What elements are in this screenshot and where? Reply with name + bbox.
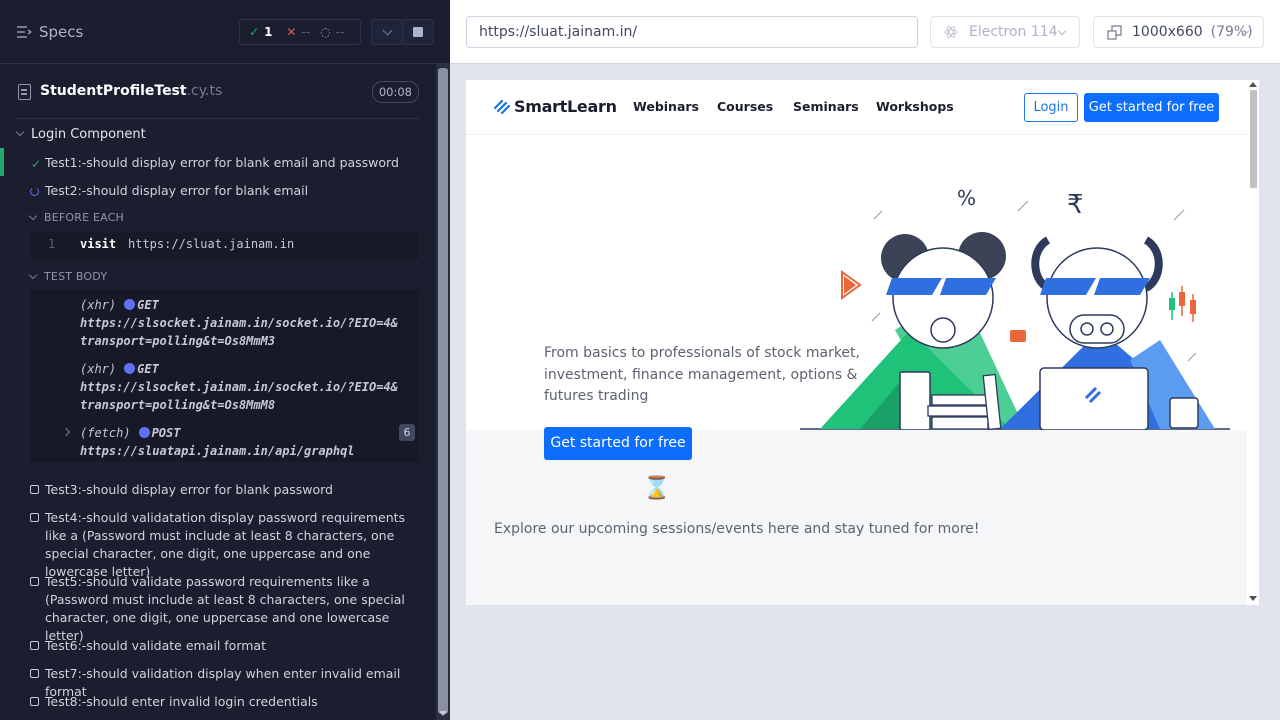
chevron-down-icon <box>28 270 38 280</box>
pending-test-icon <box>30 513 39 522</box>
hook-before-each[interactable]: BEFORE EACH <box>28 211 124 224</box>
running-spinner-icon <box>30 187 39 196</box>
x-icon: ✕ <box>286 25 297 39</box>
hook-test-body[interactable]: TEST BODY <box>28 270 107 283</box>
check-icon: ✓ <box>31 157 42 171</box>
command-row[interactable]: 1 visit https://sluat.jainam.in <box>30 231 419 259</box>
check-icon: ✓ <box>249 25 260 39</box>
chevron-down-icon <box>1057 26 1067 36</box>
smartlearn-logo-icon <box>494 99 510 115</box>
stat-pending: ◌ -- <box>310 25 344 39</box>
test-row-3[interactable]: Test3:-should display error for blank pa… <box>30 481 420 499</box>
pending-test-icon <box>30 641 39 650</box>
failed-count: -- <box>301 25 311 39</box>
expand-collapse-button[interactable] <box>371 19 403 45</box>
app-preview-panel: https://sluat.jainam.in/ Electron 114 10… <box>450 0 1280 720</box>
runner-scrollbar[interactable] <box>436 64 450 720</box>
command-arg: https://sluat.jainam.in <box>128 237 295 251</box>
nav-seminars[interactable]: Seminars <box>793 99 859 114</box>
request-row-1[interactable]: (xhr) GET https://slsocket.jainam.in/sock… <box>80 296 400 350</box>
brand-name[interactable]: SmartLearn <box>514 97 617 116</box>
runner-panel: Specs ✓ 1 ✕ -- ◌ -- StudentProfileTest.c… <box>0 0 450 720</box>
hourglass-icon: ⌛ <box>643 476 671 501</box>
viewport-size: 1000x660 <box>1132 24 1203 40</box>
test-title: Test5:-should validate password requirem… <box>45 574 405 643</box>
get-started-button[interactable]: Get started for free <box>1084 93 1219 122</box>
request-dot-icon <box>124 299 136 310</box>
browser-selector[interactable]: Electron 114 <box>930 16 1080 48</box>
spec-duration: 00:08 <box>371 81 419 103</box>
test-title: Test2:-should display error for blank em… <box>45 183 309 198</box>
scrollbar-thumb[interactable] <box>438 68 448 714</box>
runner-header: Specs ✓ 1 ✕ -- ◌ -- <box>0 0 450 64</box>
app-under-test: SmartLearn Webinars Courses Seminars Wor… <box>466 80 1259 605</box>
pending-test-icon <box>30 669 39 678</box>
active-test-indicator <box>0 148 4 176</box>
viewport-icon <box>1107 25 1122 40</box>
test-row-5[interactable]: Test5:-should validate password requirem… <box>30 573 420 643</box>
pending-count: -- <box>335 25 345 39</box>
percent-icon: % <box>957 186 976 210</box>
electron-icon <box>944 26 958 38</box>
stat-failed: ✕ -- <box>272 25 310 39</box>
spec-file-row: StudentProfileTest.cy.ts 00:08 <box>16 78 419 106</box>
explore-text: Explore our upcoming sessions/events her… <box>494 521 980 537</box>
rupee-icon: ₹ <box>1067 190 1084 220</box>
suite-title: Login Component <box>31 127 146 142</box>
pending-icon: ◌ <box>320 25 331 39</box>
passed-count: 1 <box>264 25 273 39</box>
test-title: Test3:-should display error for blank pa… <box>45 482 333 497</box>
chevron-down-icon <box>15 127 25 137</box>
request-dot-icon <box>138 427 150 438</box>
divider <box>16 118 419 119</box>
test-row-6[interactable]: Test6:-should validate email format <box>30 637 420 655</box>
test-title: Test6:-should validate email format <box>45 638 266 653</box>
nav-workshops[interactable]: Workshops <box>876 99 954 114</box>
hero-tagline: From basics to professionals of stock ma… <box>544 345 860 404</box>
command-number: 1 <box>48 237 56 251</box>
app-scrollbar[interactable] <box>1247 80 1259 605</box>
login-button[interactable]: Login <box>1024 93 1078 122</box>
scrollbar-thumb[interactable] <box>1250 90 1257 188</box>
spec-file-name[interactable]: StudentProfileTest.cy.ts <box>40 83 222 99</box>
request-dot-icon <box>124 363 136 374</box>
stop-button[interactable] <box>402 19 434 45</box>
test-title: Test4:-should validatation display passw… <box>45 510 406 579</box>
file-icon <box>18 84 31 100</box>
nav-webinars[interactable]: Webinars <box>633 99 699 114</box>
request-count-badge: 6 <box>399 424 415 441</box>
chevron-down-icon <box>382 25 392 35</box>
test-title: Test8:-should enter invalid login creden… <box>45 694 318 709</box>
request-row-2[interactable]: (xhr) GET https://slsocket.jainam.in/sock… <box>80 360 400 414</box>
test-title: Test1:-should display error for blank em… <box>45 155 399 170</box>
hero-get-started-button[interactable]: Get started for free <box>544 427 692 460</box>
scroll-down-icon[interactable] <box>1249 596 1257 601</box>
stop-icon <box>413 27 423 37</box>
viewport-selector[interactable]: 1000x660 (79%) <box>1093 16 1264 48</box>
browser-name: Electron 114 <box>969 24 1058 40</box>
pending-test-icon <box>30 577 39 586</box>
test-row-4[interactable]: Test4:-should validatation display passw… <box>30 509 420 579</box>
test-row-1[interactable]: ✓ Test1:-should display error for blank … <box>30 154 420 172</box>
request-row-3[interactable]: (fetch) POST https://sluatapi.jainam.in/a… <box>80 424 400 460</box>
scroll-down-icon[interactable] <box>439 711 447 716</box>
specs-title[interactable]: Specs <box>39 23 83 41</box>
chevron-down-icon <box>28 211 38 221</box>
test-row-8[interactable]: Test8:-should enter invalid login creden… <box>30 693 420 711</box>
test-row-7[interactable]: Test7:-should validation display when en… <box>30 665 420 699</box>
pending-test-icon <box>30 697 39 706</box>
suite-row[interactable]: Login Component <box>15 124 419 146</box>
preview-toolbar: https://sluat.jainam.in/ Electron 114 10… <box>450 0 1280 64</box>
stat-passed: ✓ 1 <box>240 25 272 39</box>
test-stats: ✓ 1 ✕ -- ◌ -- <box>239 19 361 45</box>
test-row-2[interactable]: Test2:-should display error for blank em… <box>30 182 420 200</box>
specs-list-icon[interactable] <box>16 24 32 40</box>
command-name: visit <box>80 237 117 251</box>
pending-test-icon <box>30 485 39 494</box>
scroll-up-icon[interactable] <box>1249 82 1257 87</box>
url-bar[interactable]: https://sluat.jainam.in/ <box>466 16 918 48</box>
nav-courses[interactable]: Courses <box>717 99 773 114</box>
site-navbar: SmartLearn Webinars Courses Seminars Wor… <box>466 80 1247 135</box>
